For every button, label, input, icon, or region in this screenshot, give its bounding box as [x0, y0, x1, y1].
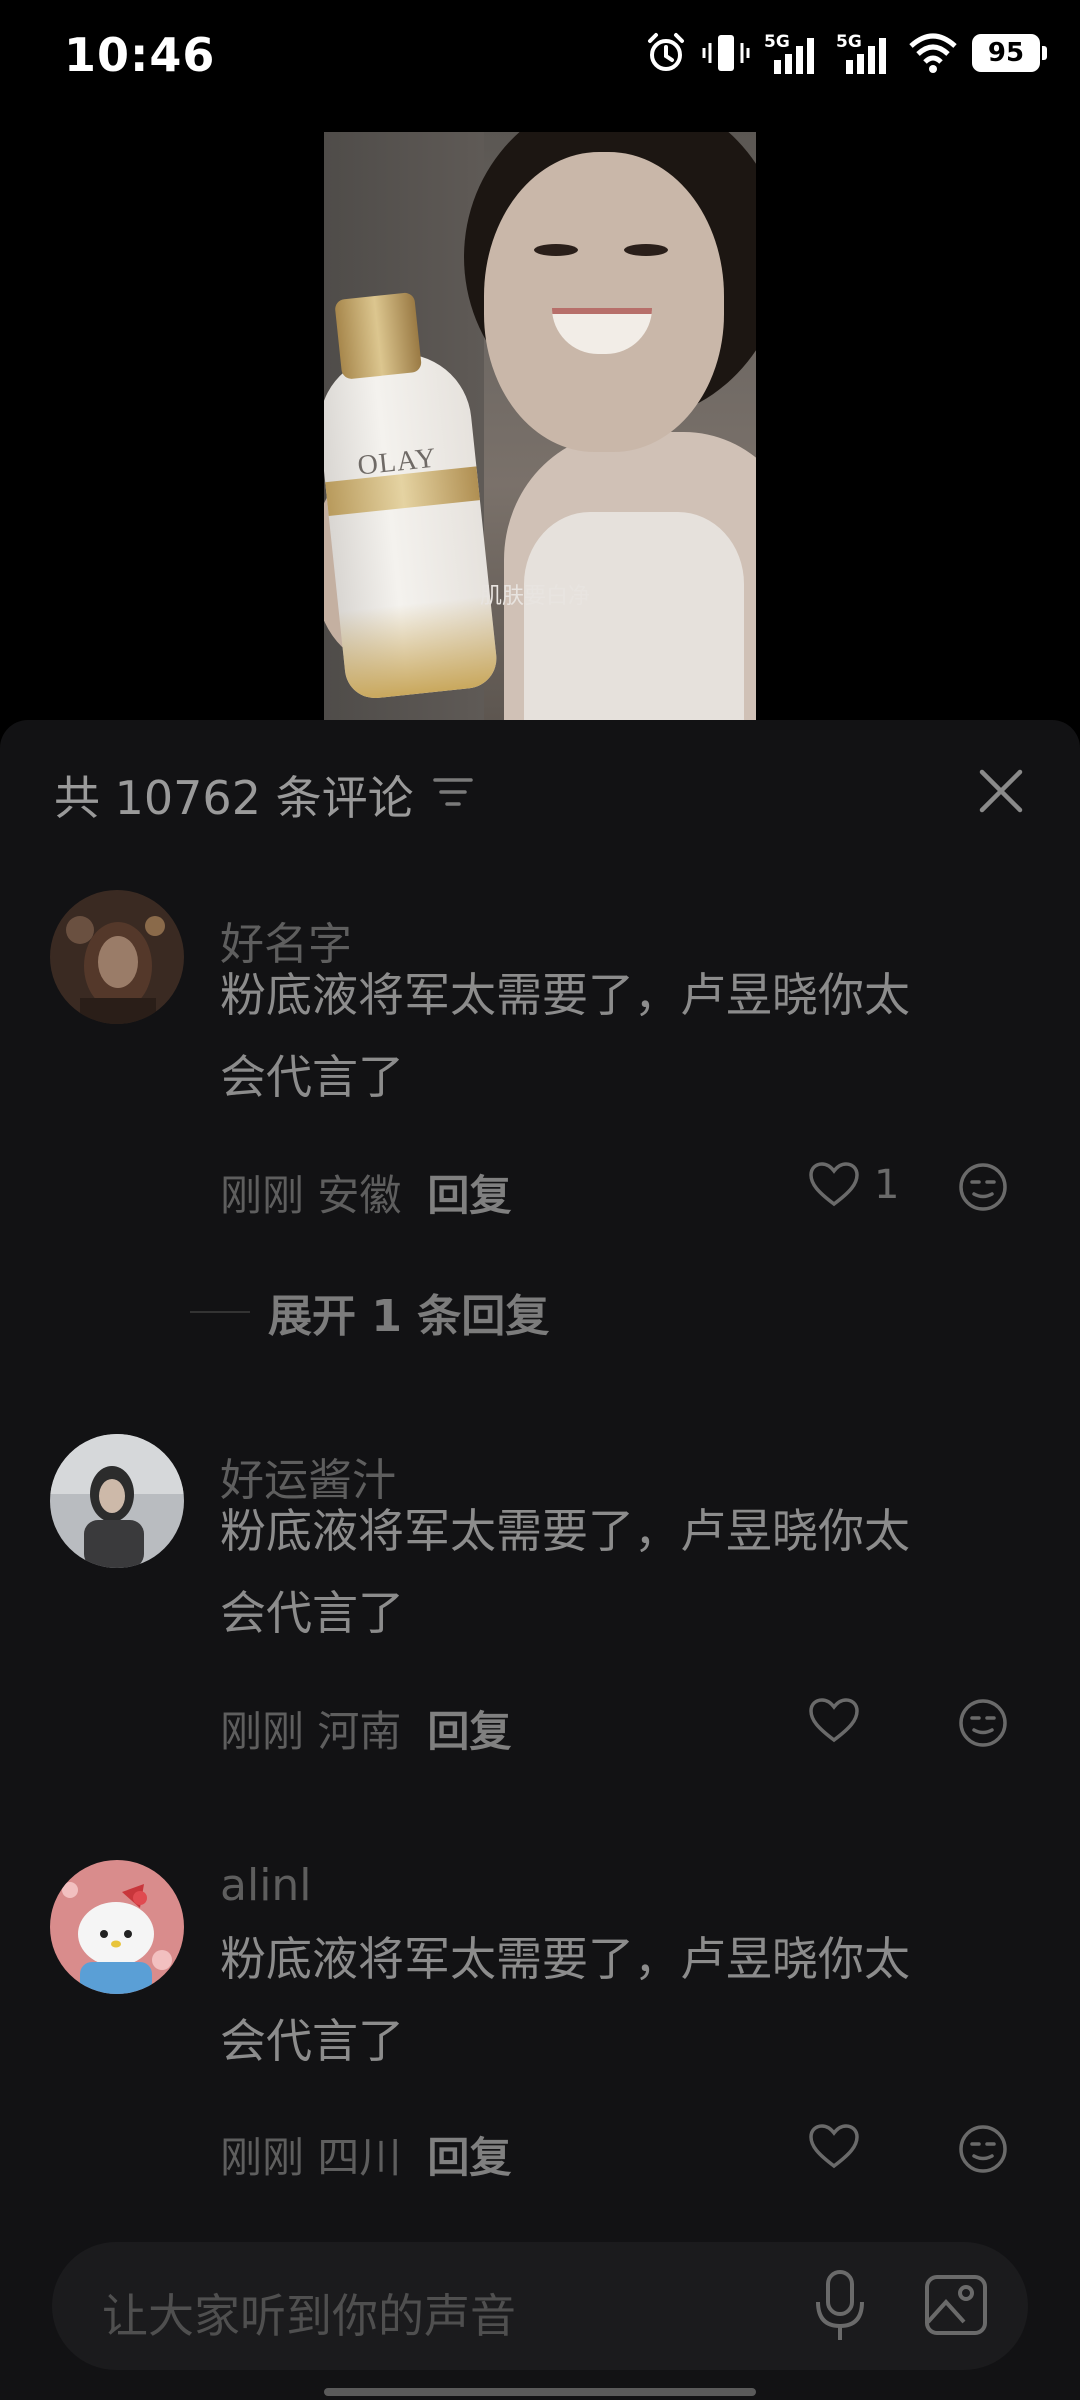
divider-line: [190, 1311, 250, 1313]
comment-count-title: 共 10762 条评论: [54, 771, 414, 825]
comment-meta: 刚刚 四川 回复: [220, 2124, 511, 2185]
comment-text-line: 会代言了: [220, 2014, 404, 2068]
emoji-reaction-icon[interactable]: [958, 1162, 1008, 1212]
avatar[interactable]: [50, 890, 184, 1024]
expand-replies-button[interactable]: 展开 1 条回复: [190, 1280, 549, 1344]
emoji-reaction-icon[interactable]: [958, 1698, 1008, 1748]
comment-time-location: 刚刚 安徽: [220, 1171, 402, 1220]
status-icons: 5G 5G 95: [644, 30, 1047, 76]
battery-indicator: 95: [972, 34, 1047, 72]
signal-5g-2: 5G: [836, 30, 894, 76]
comment-meta: 刚刚 河南 回复: [220, 1698, 511, 1759]
reply-button[interactable]: 回复: [427, 1707, 511, 1756]
comment-username[interactable]: alinl: [220, 1860, 312, 1911]
comment-text-line: 粉底液将军太需要了，卢昱晓你太: [220, 1932, 910, 1986]
comment-input-bar[interactable]: 让大家听到你的声音: [52, 2242, 1028, 2370]
heart-icon: [809, 1698, 859, 1743]
comment-text-line: 粉底液将军太需要了，卢昱晓你太: [220, 1504, 910, 1558]
video-figure-face: [484, 152, 724, 452]
alarm-icon: [648, 33, 684, 71]
avatar[interactable]: [50, 1434, 184, 1568]
video-preview[interactable]: OLAY 肌肤要白净: [324, 132, 756, 720]
close-icon[interactable]: [976, 766, 1026, 816]
comment-input-placeholder[interactable]: 让大家听到你的声音: [102, 2280, 516, 2346]
comment-text-line: 粉底液将军太需要了，卢昱晓你太: [220, 968, 910, 1022]
like-button[interactable]: [808, 1698, 860, 1744]
comment-meta: 刚刚 安徽 回复: [220, 1162, 511, 1223]
comment-text: 粉底液将军太需要了，卢昱晓你太 会代言了: [220, 1490, 1020, 1654]
reply-button[interactable]: 回复: [427, 1171, 511, 1220]
bottle-label-band: [325, 466, 480, 517]
video-figure-eye: [534, 244, 578, 256]
video-caption: 肌肤要白净: [480, 584, 591, 609]
comment-text: 粉底液将军太需要了，卢昱晓你太 会代言了: [220, 954, 1020, 1118]
signal-5g-1: 5G: [764, 30, 822, 76]
reply-button[interactable]: 回复: [427, 2133, 511, 2182]
bottle-cap: [334, 291, 423, 380]
comment-time-location: 刚刚 四川: [220, 2133, 402, 2182]
like-button[interactable]: 1: [808, 1162, 899, 1208]
comment-text: 粉底液将军太需要了，卢昱晓你太 会代言了: [220, 1918, 1020, 2082]
vibrate-icon: [702, 35, 750, 71]
status-bar: 10:46 5G 5G 95: [0, 0, 1080, 116]
home-indicator[interactable]: [324, 2388, 756, 2396]
like-button[interactable]: [808, 2124, 860, 2170]
status-time: 10:46: [64, 28, 216, 82]
comment-text-line: 会代言了: [220, 1050, 404, 1104]
image-picker-icon[interactable]: [924, 2274, 988, 2336]
bottle-gold-base: [338, 595, 500, 702]
comment-time-location: 刚刚 河南: [220, 1707, 402, 1756]
emoji-reaction-icon[interactable]: [958, 2124, 1008, 2174]
sort-filter-icon[interactable]: [432, 774, 474, 810]
expand-replies-label: 展开 1 条回复: [268, 1291, 550, 1342]
video-figure-eye: [624, 244, 668, 256]
comments-header: 共 10762 条评论: [0, 720, 1080, 860]
comment-text-line: 会代言了: [220, 1586, 404, 1640]
wifi-icon: [909, 33, 957, 73]
avatar[interactable]: [50, 1860, 184, 1994]
signal-bars-icon: [774, 38, 814, 74]
heart-icon: [809, 1162, 859, 1207]
heart-icon: [809, 2124, 859, 2169]
microphone-icon[interactable]: [812, 2268, 868, 2344]
video-figure-dress: [524, 512, 744, 720]
signal-bars-icon: [846, 38, 886, 74]
like-count: 1: [874, 1162, 900, 1208]
comments-sheet: 共 10762 条评论 好名字 粉底液将军太需要了，卢昱晓你太 会代言了 刚刚 …: [0, 720, 1080, 2400]
